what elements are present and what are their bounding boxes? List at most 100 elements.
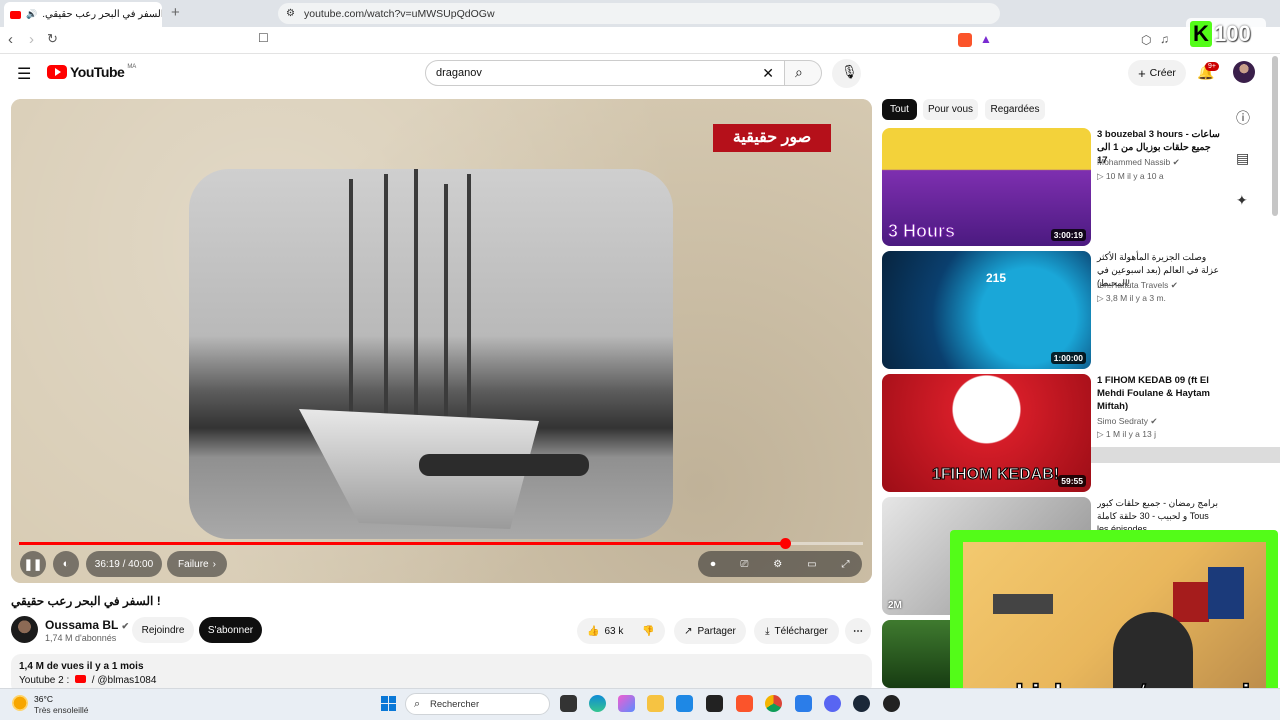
search-input[interactable]: draganov ✕ — [425, 60, 785, 86]
task-view-icon[interactable] — [560, 695, 577, 712]
info-icon[interactable]: ⓘ — [1236, 108, 1250, 128]
create-button[interactable]: + Créer — [1128, 60, 1186, 86]
fullscreen-icon[interactable]: ⤢ — [842, 559, 850, 570]
new-tab-button[interactable]: + — [171, 4, 180, 21]
settings-gear-icon[interactable]: ⚙ — [773, 559, 782, 570]
verified-icon: ✔ — [121, 621, 130, 631]
share-label: Partager — [697, 625, 736, 637]
rec-thumbnail[interactable]: 3 Hours 3:00:19 — [882, 128, 1091, 246]
sparkle-icon[interactable]: ✦ — [1236, 192, 1248, 209]
copilot-icon[interactable] — [618, 695, 635, 712]
join-button[interactable]: Rejoindre — [132, 617, 194, 643]
file-explorer-icon[interactable] — [647, 695, 664, 712]
amd-icon[interactable] — [706, 695, 723, 712]
edge-icon[interactable] — [589, 695, 606, 712]
download-button[interactable]: ⤓ Télécharger — [754, 618, 839, 644]
chip-watched[interactable]: Regardées — [985, 99, 1045, 120]
more-actions-button[interactable]: ⋯ — [845, 618, 871, 644]
clear-search-icon[interactable]: ✕ — [762, 65, 774, 82]
extensions-icon[interactable]: ⬡ — [1141, 33, 1151, 47]
page-scrollbar[interactable] — [1272, 56, 1278, 216]
menu-icon[interactable]: ☰ — [17, 64, 31, 84]
rec-title[interactable]: برامج رمضان - جميع حلقات كبور و لحبيب - … — [1097, 497, 1222, 533]
weather-description: Très ensoleillé — [34, 705, 89, 715]
browser-tab[interactable]: 🔊 (28) السفر في البحر رعب حقيقي. ✕ — [4, 2, 162, 27]
volume-button[interactable]: ◐ — [53, 551, 79, 577]
rec-thumbnail[interactable]: 215 1:00:00 — [882, 251, 1091, 369]
share-button[interactable]: ↗ Partager — [674, 618, 746, 644]
dislike-icon[interactable]: 👎 — [642, 626, 654, 637]
url-field[interactable]: ⚙ youtube.com/watch?v=uMWSUpQdOGw — [278, 3, 1000, 24]
account-avatar[interactable] — [1233, 61, 1255, 83]
thumbnail-text: 2M — [888, 600, 902, 611]
back-icon[interactable]: ‹ — [8, 31, 13, 48]
rec-channel[interactable]: Simo Sedraty ✔ — [1097, 416, 1158, 427]
windows-start-icon[interactable] — [381, 696, 396, 711]
store-icon[interactable] — [676, 695, 693, 712]
progress-bar[interactable] — [19, 538, 863, 549]
subtitles-icon[interactable]: ⎚ — [740, 559, 748, 570]
rec-channel[interactable]: Ibn Hattuta Travels ✔ — [1097, 280, 1178, 291]
pause-icon: ❚❚ — [23, 558, 43, 571]
search-icon: ⌕ — [414, 697, 421, 710]
search-button[interactable]: ⌕ — [785, 60, 822, 86]
media-icon[interactable]: ♫ — [1160, 32, 1169, 46]
chip-for-you[interactable]: Pour vous — [923, 99, 978, 120]
mast — [444, 184, 448, 439]
like-icon[interactable]: 👍 — [587, 626, 599, 637]
chip-all[interactable]: Tout — [882, 99, 917, 120]
obs-icon[interactable] — [883, 695, 900, 712]
site-info-icon[interactable]: ⚙ — [286, 8, 295, 19]
mast — [349, 179, 353, 419]
voice-search-button[interactable]: 🎙 — [832, 59, 861, 88]
rec-channel[interactable]: Mohammed Nassib ✔ — [1097, 157, 1180, 168]
sun-icon[interactable] — [12, 695, 28, 711]
youtube-logo[interactable]: YouTube MA — [47, 64, 136, 80]
volume-icon: ◐ — [62, 558, 70, 570]
time-text: 36:19 / 40:00 — [94, 558, 154, 570]
speaker-icon[interactable]: 🔊 — [26, 9, 37, 20]
mast — [414, 169, 418, 429]
plus-icon: + — [1138, 65, 1146, 81]
bookmark-icon[interactable]: ☐ — [258, 31, 269, 45]
rec-meta-text: 1 M il y a 13 j — [1105, 429, 1156, 439]
pause-button[interactable]: ❚❚ — [20, 551, 46, 577]
more-horizontal-icon: ⋯ — [853, 625, 863, 637]
discord-icon[interactable] — [824, 695, 841, 712]
chapter-label: Failure — [178, 558, 209, 570]
channel-link[interactable]: / @blmas1084 — [92, 675, 157, 686]
chrome-icon[interactable] — [765, 695, 782, 712]
steam-icon[interactable] — [853, 695, 870, 712]
chat-icon[interactable]: ▤ — [1236, 150, 1249, 167]
verified-icon: ✔ — [1170, 280, 1178, 290]
like-count[interactable]: 63 k — [604, 626, 623, 637]
channel-avatar[interactable] — [11, 616, 38, 643]
forward-icon[interactable]: › — [29, 31, 34, 48]
reload-icon[interactable]: ↻ — [47, 31, 58, 47]
rec-thumbnail[interactable]: 1FIHOM KEDAB! 59:55 — [882, 374, 1091, 492]
duration-badge: 1:00:00 — [1050, 352, 1086, 364]
taskbar-search[interactable]: ⌕ Rechercher — [405, 693, 550, 715]
chapter-button[interactable]: Failure › — [167, 551, 227, 577]
brave-shield-icon[interactable] — [958, 33, 972, 47]
rec-title[interactable]: 1 FIHOM KEDAB 09 (ft El Mehdi Foulane & … — [1097, 374, 1222, 413]
vscode-icon[interactable] — [795, 695, 812, 712]
create-label: Créer — [1149, 67, 1176, 79]
subscribe-button[interactable]: S'abonner — [199, 617, 262, 643]
video-player[interactable]: صور حقيقية ❚❚ ◐ 36:19 / 40:00 Failure › … — [11, 99, 872, 583]
brave-icon[interactable] — [736, 695, 753, 712]
description-line: Youtube 2 : / @blmas1084 — [19, 675, 156, 686]
rec-meta-text: 3,8 M il y a 3 m. — [1105, 293, 1166, 303]
progress-played — [19, 542, 786, 545]
viewer-count: 100 — [1214, 21, 1251, 46]
miniplayer-icon[interactable]: ▭ — [807, 559, 816, 570]
channel-name[interactable]: Oussama BL ✔ — [45, 618, 129, 632]
chip-label: Regardées — [990, 104, 1040, 115]
thumbnail-text: 1FIHOM KEDAB! — [931, 466, 1060, 484]
rewards-icon[interactable]: ▲ — [980, 32, 992, 46]
mast — [384, 174, 388, 424]
autoplay-toggle-icon[interactable]: ⏺ — [710, 559, 715, 570]
kick-logo-icon: K — [1190, 21, 1212, 47]
weather-temperature: 36°C — [34, 694, 53, 704]
kick-viewer-badge: K 100 — [1186, 18, 1266, 50]
